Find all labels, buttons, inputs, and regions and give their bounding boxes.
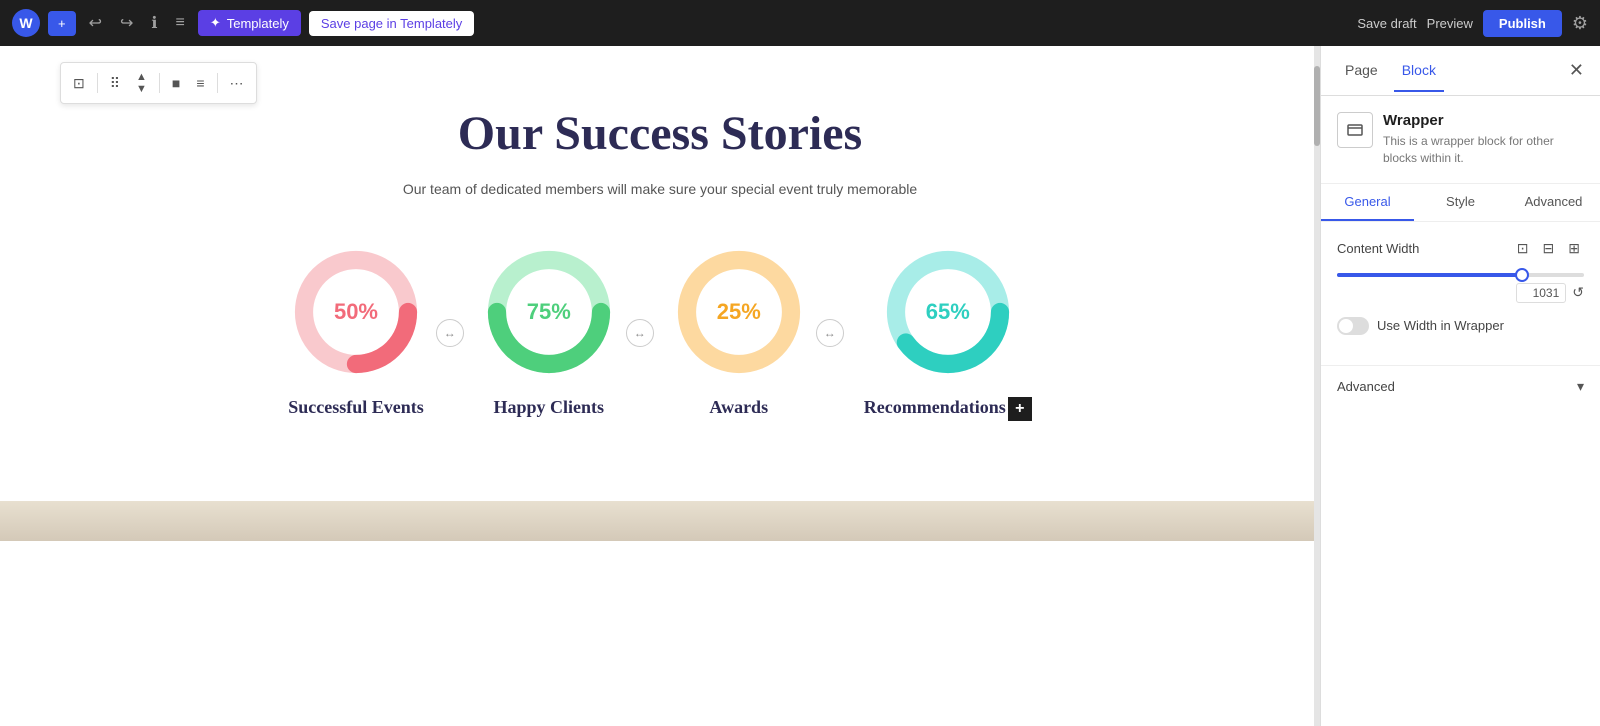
block-info-text: Wrapper This is a wrapper block for othe… [1383, 112, 1584, 167]
content-width-label: Content Width [1337, 241, 1419, 256]
slider-track [1337, 273, 1584, 277]
slider-value-input[interactable] [1516, 283, 1566, 303]
list-view-button[interactable]: ≡ [170, 9, 189, 37]
save-draft-button[interactable]: Save draft [1357, 16, 1416, 31]
section-subtitle: Our team of dedicated members will make … [20, 181, 1300, 197]
add-block-button[interactable]: + [48, 11, 76, 36]
templately-label: Templately [227, 16, 289, 31]
donut-recommendations: 65% [883, 247, 1013, 377]
templately-icon: ✦ [210, 15, 221, 31]
donut-awards: 25% [674, 247, 804, 377]
section-title: Our Success Stories [20, 106, 1300, 161]
stat-item-awards: 25% ↔ Awards [674, 247, 804, 418]
toolbar-divider-3 [217, 73, 218, 93]
toolbar-align[interactable]: ≡ [190, 71, 210, 95]
sidebar-header: Page Block ✕ [1321, 46, 1600, 96]
redo-button[interactable]: ↪ [115, 8, 138, 38]
stat-item-recommendations: 65% Recommendations+ [864, 247, 1032, 421]
stat-label-1: Successful Events [288, 397, 424, 418]
toolbar-more-options[interactable]: ⋯ [224, 71, 250, 96]
slider-thumb[interactable] [1515, 268, 1529, 282]
toolbar-move-up-down[interactable]: ▲▼ [130, 67, 153, 99]
stats-row: 50% ↔ Successful Events 75% [20, 247, 1300, 421]
block-info: Wrapper This is a wrapper block for othe… [1321, 96, 1600, 184]
use-width-row: Use Width in Wrapper [1337, 317, 1584, 335]
use-width-toggle[interactable] [1337, 317, 1369, 335]
sidebar-subtab-advanced[interactable]: Advanced [1507, 184, 1600, 221]
bottom-decorative-strip [0, 501, 1320, 541]
donut-label-4: 65% [926, 299, 970, 325]
content-width-icons: ⊡ ⊟ ⊞ [1513, 238, 1584, 259]
block-desc: This is a wrapper block for other blocks… [1383, 133, 1584, 167]
donut-label-2: 75% [527, 299, 571, 325]
donut-label-3: 25% [717, 299, 761, 325]
block-icon [1337, 112, 1373, 148]
info-button[interactable]: ℹ [146, 8, 162, 38]
refresh-button[interactable]: ↺ [1572, 284, 1584, 301]
content-width-icon-1[interactable]: ⊡ [1513, 238, 1533, 259]
templately-button[interactable]: ✦ Templately [198, 10, 301, 36]
toolbar-divider-1 [97, 73, 98, 93]
donut-label-1: 50% [334, 299, 378, 325]
toolbar-drag-handle[interactable]: ⠿ [104, 71, 126, 96]
sidebar-tab-page[interactable]: Page [1337, 50, 1386, 92]
sidebar-controls: Content Width ⊡ ⊟ ⊞ ↺ [1321, 222, 1600, 365]
save-templately-button[interactable]: Save page in Templately [309, 11, 474, 36]
stat-label-4: Recommendations+ [864, 397, 1032, 421]
slider-fill [1337, 273, 1522, 277]
canvas-area[interactable]: ⊡ ⠿ ▲▼ ■ ≡ ⋯ Our Success Stories Our tea… [0, 46, 1320, 726]
block-name: Wrapper [1383, 112, 1584, 129]
publish-button[interactable]: Publish [1483, 10, 1562, 37]
top-bar-right: Save draft Preview Publish ⚙ [1357, 10, 1588, 37]
content-width-icon-3[interactable]: ⊞ [1564, 238, 1584, 259]
arrow-btn-3[interactable]: ↔ [816, 319, 844, 347]
stat-label-2: Happy Clients [493, 397, 604, 418]
chevron-down-icon: ▾ [1577, 378, 1584, 395]
stat-item-happy-clients: 75% ↔ Happy Clients [484, 247, 614, 418]
donut-successful-events: 50% [291, 247, 421, 377]
sidebar: Page Block ✕ Wrapper This is a wrapper b… [1320, 46, 1600, 726]
sidebar-subtabs: General Style Advanced [1321, 184, 1600, 222]
content-width-row: Content Width ⊡ ⊟ ⊞ [1337, 238, 1584, 259]
toolbar-block-style[interactable]: ■ [166, 71, 186, 95]
arrow-btn-2[interactable]: ↔ [626, 319, 654, 347]
slider-row: ↺ [1337, 273, 1584, 303]
preview-button[interactable]: Preview [1427, 16, 1473, 31]
wrapper-icon [1345, 120, 1365, 140]
add-after-button[interactable]: + [1008, 397, 1032, 421]
sidebar-subtab-general[interactable]: General [1321, 184, 1414, 221]
canvas-content: Our Success Stories Our team of dedicate… [0, 46, 1320, 501]
toolbar-block-type[interactable]: ⊡ [67, 71, 91, 96]
sidebar-subtab-style[interactable]: Style [1414, 184, 1507, 221]
wp-logo: W [12, 9, 40, 37]
stat-label-3: Awards [709, 397, 768, 418]
advanced-section[interactable]: Advanced ▾ [1321, 365, 1600, 407]
undo-button[interactable]: ↩ [84, 8, 107, 38]
arrow-btn-1[interactable]: ↔ [436, 319, 464, 347]
donut-happy-clients: 75% [484, 247, 614, 377]
toggle-knob [1339, 319, 1353, 333]
use-width-label: Use Width in Wrapper [1377, 318, 1504, 333]
top-bar: W + ↩ ↪ ℹ ≡ ✦ Templately Save page in Te… [0, 0, 1600, 46]
close-sidebar-button[interactable]: ✕ [1569, 60, 1584, 81]
slider-value-row: ↺ [1337, 283, 1584, 303]
settings-button[interactable]: ⚙ [1572, 13, 1588, 34]
main-layout: ⊡ ⠿ ▲▼ ■ ≡ ⋯ Our Success Stories Our tea… [0, 46, 1600, 726]
sidebar-tab-block[interactable]: Block [1394, 50, 1444, 92]
stat-item-successful-events: 50% ↔ Successful Events [288, 247, 424, 418]
block-toolbar: ⊡ ⠿ ▲▼ ■ ≡ ⋯ [60, 62, 257, 104]
toolbar-divider-2 [159, 73, 160, 93]
content-width-icon-2[interactable]: ⊟ [1539, 238, 1559, 259]
advanced-label: Advanced [1337, 379, 1395, 394]
